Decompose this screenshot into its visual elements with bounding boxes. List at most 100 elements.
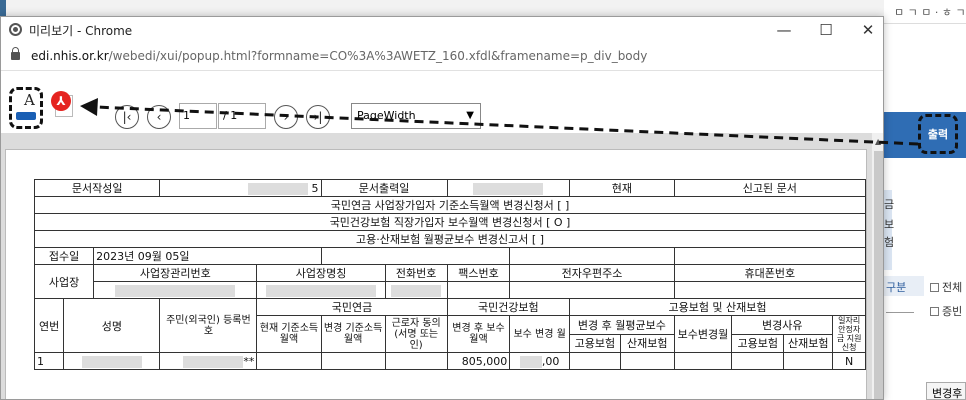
address-bar[interactable]: edi.nhis.or.kr/webedi/xui/popup.html?for… [1, 43, 883, 71]
header-seq: 연번 [33, 298, 65, 353]
prev-page-button[interactable]: ‹ [147, 105, 171, 129]
next-page-button[interactable]: › [274, 105, 298, 129]
header-reason: 변경사유 [731, 315, 834, 335]
workplace-col-number: 사업장관리번호 [93, 264, 258, 282]
row1-health-new: 805,000 [446, 352, 511, 370]
form-title-health: 국민건강보험 직장가입자 보수월액 변경신청서 [ O ] [34, 213, 866, 231]
scroll-up-icon[interactable]: ▲ [875, 137, 881, 146]
workplace-col-phone: 전화번호 [384, 264, 448, 282]
scrollbar-thumb[interactable] [874, 151, 883, 399]
zoom-selected-value: PageWidth [357, 109, 416, 122]
row1-health-month: ,00 [509, 352, 570, 370]
row1-rrn-suffix: ** [243, 354, 255, 368]
row1-reason-employ [731, 352, 785, 370]
header-pension-new: 변경 기준소득월액 [320, 315, 386, 353]
chrome-favicon-icon [9, 23, 22, 36]
header-employ-avg: 변경 후 월평균보수 [568, 315, 675, 335]
row1-seq: 1 [33, 352, 65, 370]
chevron-down-icon: ▼ [466, 110, 474, 121]
check-cert[interactable]: 증빈 [930, 303, 962, 319]
last-page-button[interactable]: ›| [306, 105, 330, 129]
window-titlebar: 미리보기 - Chrome — ☐ ✕ [1, 17, 883, 43]
reported-doc-label: 신고된 문서 [673, 179, 867, 197]
workplace-number-value [93, 281, 258, 299]
screen: ㅁ ㄱ ㅁ · ㅎ ㄱ ㄱ 출력 금 보 험 구분 전체 증빈 변경후 미리보기… [0, 0, 966, 400]
doc-created-suffix: 5 [311, 181, 319, 195]
header-extra: 일자리 안정자금 지원 신청 [832, 315, 866, 353]
form-title-pension: 국민연금 사업장가입자 기준소득월액 변경신청서 [ ] [34, 196, 866, 214]
checkbox-icon[interactable] [930, 283, 939, 292]
row1-employ-month [673, 352, 733, 370]
header-pension: 국민연금 [256, 298, 448, 316]
print-button[interactable]: 출력 [918, 114, 958, 154]
row1-reason-industrial [783, 352, 834, 370]
workplace-email-value [509, 281, 675, 299]
workplace-col-name: 사업장명칭 [256, 264, 386, 282]
checkbox-icon[interactable] [930, 307, 939, 316]
received-blank [320, 247, 511, 265]
maximize-button[interactable]: ☐ [811, 19, 841, 41]
doc-created-value: 5 [159, 179, 322, 197]
row1-pension-new [320, 352, 386, 370]
received-blank [509, 247, 675, 265]
row1-pension-current [256, 352, 322, 370]
background-side-letter: 험 [884, 236, 895, 249]
zoom-select[interactable]: PageWidth ▼ [351, 103, 481, 129]
check-cert-label: 증빈 [942, 305, 963, 318]
report-scrollbar[interactable]: ▲ [871, 133, 883, 399]
workplace-label: 사업장 [33, 264, 95, 299]
background-side-letter: 금 [884, 198, 895, 211]
minimize-button[interactable]: — [769, 19, 799, 41]
check-all[interactable]: 전체 [930, 279, 962, 295]
background-topbar: ㅁ ㄱ ㅁ · ㅎ ㄱ ㄱ [884, 0, 966, 24]
pdf-export-button[interactable]: ⅄ [51, 91, 77, 117]
font-color-bar-icon [16, 112, 36, 120]
preview-window: 미리보기 - Chrome — ☐ ✕ edi.nhis.or.kr/webed… [0, 16, 884, 400]
change-after-header: 변경후 [926, 382, 966, 400]
report-form-table: 문서작성일 5 문서출력일 현재 신고된 문서 국민연금 사업장가입자 기준소득… [33, 179, 867, 370]
window-title: 미리보기 - Chrome [29, 24, 133, 38]
page-number-input[interactable]: 1 [179, 103, 217, 129]
row1-extra: N [832, 352, 866, 370]
row1-pension-consent [384, 352, 448, 370]
workplace-col-email: 전자우편주소 [509, 264, 675, 282]
header-employ-ins: 고용보험 [568, 333, 621, 353]
workplace-fax-value [446, 281, 511, 299]
page-total: / 1 [218, 103, 266, 129]
url-path: /webedi/xui/popup.html?formname=CO%3A%3A… [108, 49, 648, 63]
row1-industrial-ins [619, 352, 675, 370]
header-reason-industrial: 산재보험 [783, 333, 834, 353]
background-top-text: ㅁ ㄱ ㅁ · ㅎ ㄱ ㄱ [894, 6, 966, 19]
doc-created-label: 문서작성일 [33, 179, 161, 197]
url-host: edi.nhis.or.kr [31, 49, 109, 63]
header-rrn: 주민(외국인) 등록번호 [159, 298, 258, 353]
doc-printed-label: 문서출력일 [320, 179, 448, 197]
viewer-toolbar: A ⅄ |‹ ‹ 1 / 1 › ›| PageWidth ▼ [1, 71, 883, 133]
header-reason-employ: 고용보험 [731, 333, 785, 353]
report-paper: 문서작성일 5 문서출력일 현재 신고된 문서 국민연금 사업장가입자 기준소득… [5, 149, 867, 399]
row1-rrn: ** [159, 352, 258, 370]
close-button[interactable]: ✕ [853, 19, 883, 41]
first-page-button[interactable]: |‹ [115, 105, 139, 129]
check-all-label: 전체 [942, 281, 963, 294]
header-industrial-ins: 산재보험 [619, 333, 675, 353]
header-health: 국민건강보험 [446, 298, 570, 316]
font-tool-button[interactable]: A [9, 87, 43, 129]
header-health-new: 변경 후 보수월액 [446, 315, 511, 353]
report-viewport[interactable]: 문서작성일 5 문서출력일 현재 신고된 문서 국민연금 사업장가입자 기준소득… [1, 133, 883, 399]
url-text[interactable]: edi.nhis.or.kr/webedi/xui/popup.html?for… [31, 49, 647, 63]
doc-printed-value [446, 179, 570, 197]
workplace-col-fax: 팩스번호 [446, 264, 511, 282]
row1-health-month-suffix: ,00 [541, 354, 560, 368]
font-icon: A [24, 91, 35, 109]
header-pension-consent: 근로자 동의 (서명 또는 인) [384, 315, 448, 353]
background-input[interactable] [886, 305, 914, 313]
current-label: 현재 [568, 179, 675, 197]
workplace-col-mobile: 휴대폰번호 [673, 264, 867, 282]
form-title-employment: 고용·산재보험 월평균보수 변경신고서 [ ] [34, 230, 866, 248]
header-employment: 고용보험 및 산재보험 [568, 298, 867, 316]
pdf-icon: ⅄ [51, 91, 71, 111]
header-health-month: 보수 변경 월 [509, 315, 570, 353]
row1-name [63, 352, 161, 370]
received-value: 2023년 09월 05일 [93, 247, 322, 265]
